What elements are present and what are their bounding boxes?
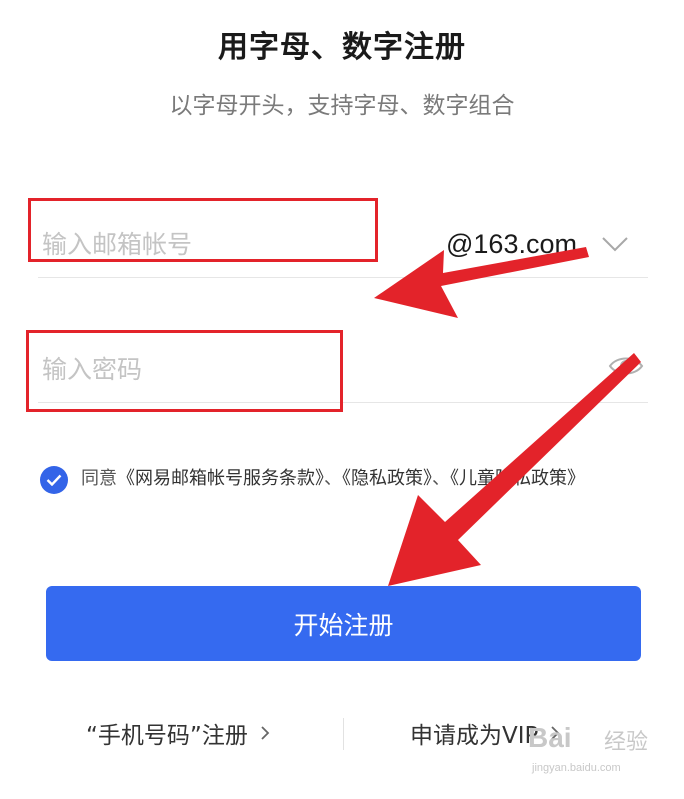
agreement-checkbox[interactable] xyxy=(40,466,68,494)
phone-register-label: “手机号码”注册 xyxy=(86,723,248,749)
agreement-separator-2: 、 xyxy=(432,468,450,489)
domain-text: @163.com xyxy=(446,228,577,259)
page-subtitle: 以字母开头，支持字母、数字组合 xyxy=(169,93,515,119)
footer-divider xyxy=(343,718,344,750)
chevron-down-icon xyxy=(602,237,628,252)
baidu-watermark: Bai 经验 jingyan.baidu.com xyxy=(528,722,668,784)
terms-link[interactable]: 《网易邮箱帐号服务条款》 xyxy=(117,468,324,489)
phone-register-link[interactable]: “手机号码”注册 xyxy=(86,716,270,750)
agreement-text: 同意《网易邮箱帐号服务条款》、《隐私政策》、《儿童隐私政策》 xyxy=(81,466,585,494)
annotation-box-email xyxy=(28,198,378,262)
children-privacy-link[interactable]: 《儿童隐私政策》 xyxy=(450,468,585,489)
vip-label: 申请成为VIP xyxy=(410,723,539,749)
watermark-brand: Bai xyxy=(528,722,572,753)
watermark-url: jingyan.baidu.com xyxy=(532,762,621,774)
email-underline xyxy=(38,277,648,278)
chevron-right-icon xyxy=(261,726,270,740)
privacy-link[interactable]: 《隐私政策》 xyxy=(342,468,432,489)
agreement-separator: 、 xyxy=(324,468,342,489)
checkmark-icon xyxy=(46,474,62,486)
eye-icon[interactable] xyxy=(608,353,644,379)
watermark-cn: 经验 xyxy=(604,730,649,755)
agreement-prefix: 同意 xyxy=(81,468,117,489)
page-title: 用字母、数字注册 xyxy=(218,30,466,65)
register-button[interactable]: 开始注册 xyxy=(46,586,641,661)
agreement-row: 同意《网易邮箱帐号服务条款》、《隐私政策》、《儿童隐私政策》 xyxy=(40,466,640,494)
annotation-box-password xyxy=(26,330,343,412)
domain-select[interactable]: @163.com xyxy=(446,210,629,278)
